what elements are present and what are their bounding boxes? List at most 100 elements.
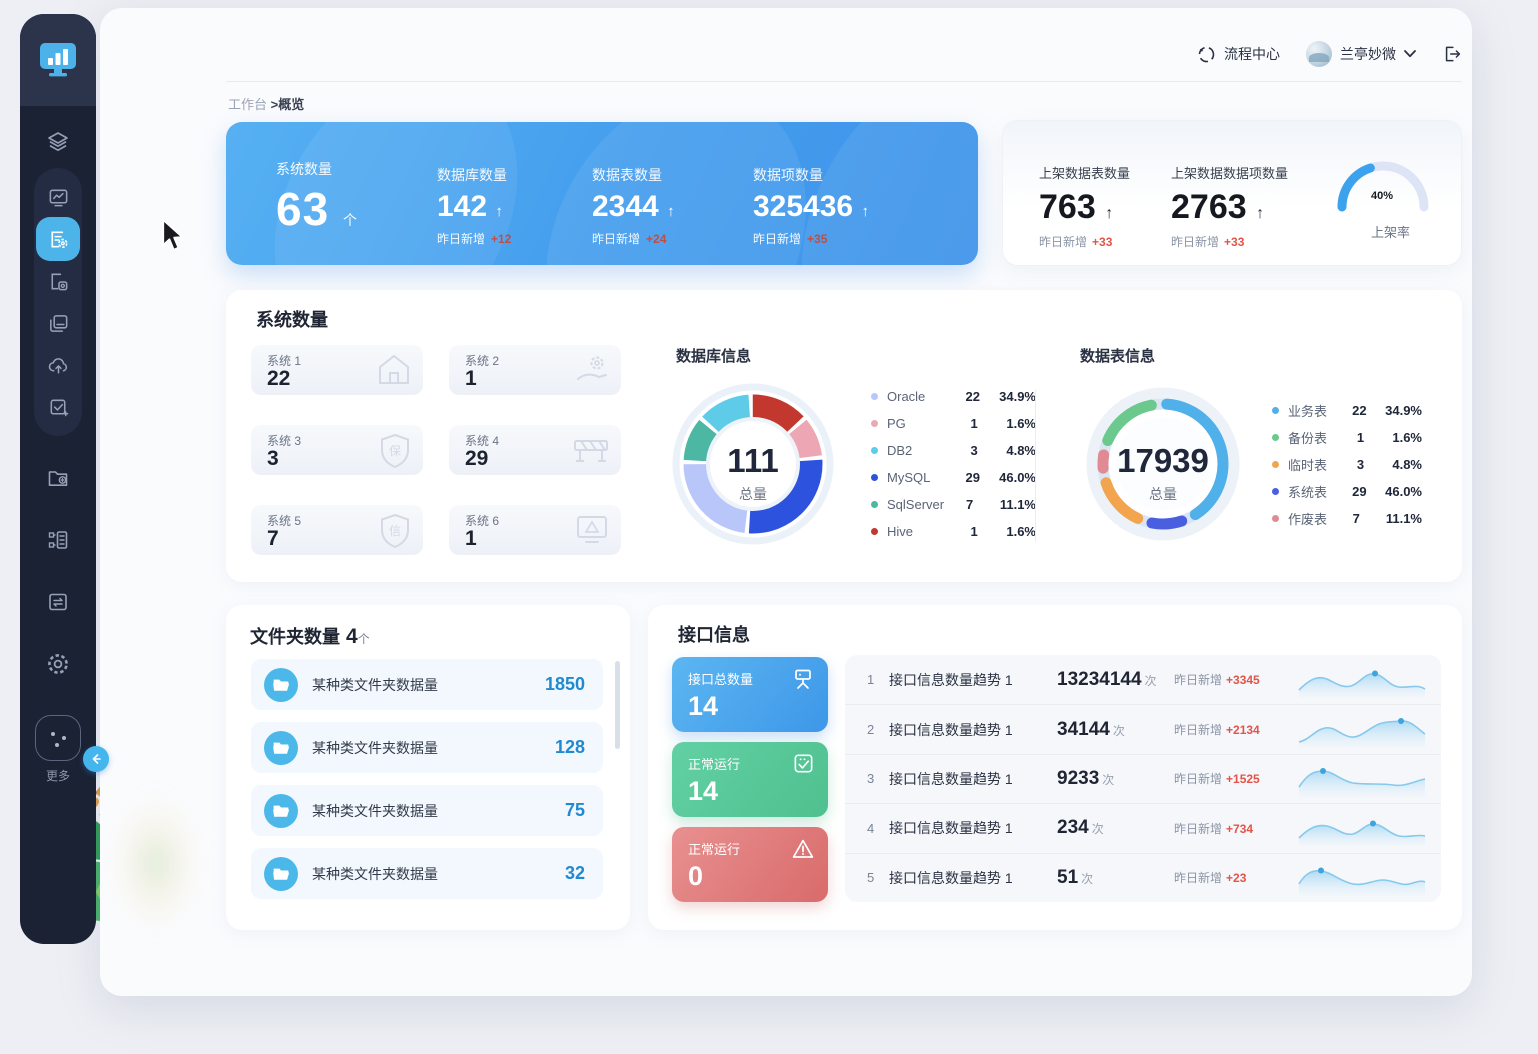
donut-total: 17939	[1073, 442, 1253, 480]
legend-row: SqlServer711.1%	[871, 491, 1036, 518]
interface-total-card[interactable]: 接口总数量 14	[672, 657, 828, 732]
table-row[interactable]: 1 接口信息数量趋势 1 13234144次 昨日新增+3345	[845, 655, 1441, 704]
folder-value: 1850	[545, 674, 585, 695]
legend-row: 临时表34.8%	[1272, 451, 1422, 478]
legend-row: 备份表11.6%	[1272, 424, 1422, 451]
delta-label: 昨日新增	[1171, 235, 1219, 249]
folder-row[interactable]: 某种类文件夹数据量 128	[251, 722, 603, 773]
user-menu[interactable]: 兰亭妙微	[1306, 41, 1416, 67]
legend-value: 7	[1353, 511, 1386, 526]
legend-dot	[871, 393, 878, 400]
checkbox-icon	[792, 752, 815, 775]
interface-error-card[interactable]: 正常运行 0	[672, 827, 828, 902]
sidebar-item-cloud[interactable]	[36, 345, 80, 385]
sidebar-item-catalog[interactable]	[36, 520, 80, 560]
folder-value: 75	[565, 800, 585, 821]
logo-monitor-chart-icon	[37, 41, 79, 79]
section-title: 接口信息	[678, 621, 750, 647]
sidebar-item-settings[interactable]	[36, 644, 80, 684]
legend-dot	[871, 474, 878, 481]
delta-label: 昨日新增	[753, 232, 801, 246]
legend-dot	[871, 501, 878, 508]
section-title: 系统数量	[256, 306, 328, 332]
folders-section: 文件夹数量4个 某种类文件夹数据量 1850 某种类文件夹数据量 128 某种类…	[226, 605, 630, 930]
tile-value: 22	[267, 367, 290, 391]
interfaces-section: 接口信息 接口总数量 14 正常运行 14 正常运行 0	[648, 605, 1462, 930]
interface-running-card[interactable]: 正常运行 14	[672, 742, 828, 817]
more-label: 更多	[46, 767, 70, 784]
sidebar-item-exchange[interactable]	[36, 582, 80, 622]
folder-row[interactable]: 某种类文件夹数据量 32	[251, 848, 603, 899]
system-tile-5[interactable]: 系统 5 7 信	[251, 505, 423, 555]
stat-value: 763	[1039, 188, 1096, 226]
legend-dot	[871, 528, 878, 535]
sidebar-item-tasks[interactable]	[36, 387, 80, 427]
table-row[interactable]: 5 接口信息数量趋势 1 51次 昨日新增+23	[845, 853, 1441, 902]
legend-name: 业务表	[1288, 401, 1352, 420]
row-label: 接口信息数量趋势 1	[889, 720, 1057, 740]
row-index: 1	[867, 672, 889, 687]
legend-dot	[871, 447, 878, 454]
up-arrow-icon: ↑	[667, 203, 675, 220]
tile-value: 29	[465, 447, 488, 471]
sidebar-collapse-button[interactable]	[83, 746, 109, 772]
interface-trend-table: 1 接口信息数量趋势 1 13234144次 昨日新增+3345 2 接口信息数…	[845, 655, 1441, 902]
doc-gear-icon	[47, 228, 70, 251]
process-center-icon	[1197, 45, 1216, 64]
up-arrow-icon: ↑	[495, 203, 503, 220]
breadcrumb-root[interactable]: 工作台	[228, 97, 271, 112]
card-label: 接口总数量	[688, 669, 753, 688]
table-row[interactable]: 4 接口信息数量趋势 1 234次 昨日新增+734	[845, 803, 1441, 852]
stat-unit: 个	[343, 212, 358, 228]
tile-value: 3	[267, 447, 279, 471]
table-row[interactable]: 3 接口信息数量趋势 1 9233次 昨日新增+1525	[845, 754, 1441, 803]
system-tile-4[interactable]: 系统 4 29	[449, 425, 621, 475]
table-row[interactable]: 2 接口信息数量趋势 1 34144次 昨日新增+2134	[845, 704, 1441, 753]
row-value: 9233	[1057, 768, 1099, 789]
mouse-cursor	[159, 218, 187, 252]
sidebar-item-folder-add[interactable]	[36, 458, 80, 498]
stat-label: 数据库数量	[437, 165, 511, 185]
trend-sparkline	[1297, 712, 1427, 748]
chart-title: 数据表信息	[1080, 345, 1155, 366]
scrollbar[interactable]	[615, 661, 620, 749]
process-center-button[interactable]: 流程中心	[1197, 44, 1280, 64]
legend-name: 系统表	[1288, 482, 1352, 501]
folder-icon	[264, 794, 298, 828]
section-divider	[1035, 390, 1036, 542]
folder-label: 某种类文件夹数据量	[312, 738, 555, 758]
legend-value: 22	[1352, 403, 1385, 418]
logout-button[interactable]	[1442, 44, 1462, 64]
legend-value: 3	[971, 443, 1007, 458]
sidebar-item-data-config[interactable]	[36, 261, 80, 301]
sidebar-item-dashboard[interactable]	[36, 177, 80, 217]
sidebar-item-layers[interactable]	[36, 122, 80, 162]
legend-value: 3	[1357, 457, 1392, 472]
delta-value: +24	[646, 232, 666, 246]
username: 兰亭妙微	[1340, 44, 1396, 64]
sidebar-more[interactable]: 更多	[20, 715, 96, 784]
legend-row: DB234.8%	[871, 437, 1036, 464]
row-value: 34144	[1057, 719, 1110, 740]
sidebar-item-data-overview-active[interactable]	[36, 219, 80, 259]
folders-count: 4	[346, 625, 358, 648]
system-tile-2[interactable]: 系统 2 1	[449, 345, 621, 395]
system-tile-3[interactable]: 系统 3 3 保	[251, 425, 423, 475]
legend-value: 29	[1352, 484, 1385, 499]
legend-row: 业务表2234.9%	[1272, 397, 1422, 424]
folder-row[interactable]: 某种类文件夹数据量 1850	[251, 659, 603, 710]
breadcrumb[interactable]: 工作台 >概览	[228, 94, 304, 113]
legend-name: SqlServer	[887, 497, 966, 512]
frost-glow	[96, 768, 216, 958]
folders-title-text: 文件夹数量	[250, 627, 340, 647]
system-tile-1[interactable]: 系统 1 22	[251, 345, 423, 395]
system-tile-6[interactable]: 系统 6 1	[449, 505, 621, 555]
chart-title: 数据库信息	[676, 345, 751, 366]
delta-label: 昨日新增	[592, 232, 640, 246]
sidebar-item-pages[interactable]	[36, 303, 80, 343]
legend-name: PG	[887, 416, 971, 431]
folder-row[interactable]: 某种类文件夹数据量 75	[251, 785, 603, 836]
active-item-highlight	[36, 217, 80, 261]
legend-name: 临时表	[1288, 455, 1357, 474]
app-logo[interactable]	[20, 14, 96, 106]
